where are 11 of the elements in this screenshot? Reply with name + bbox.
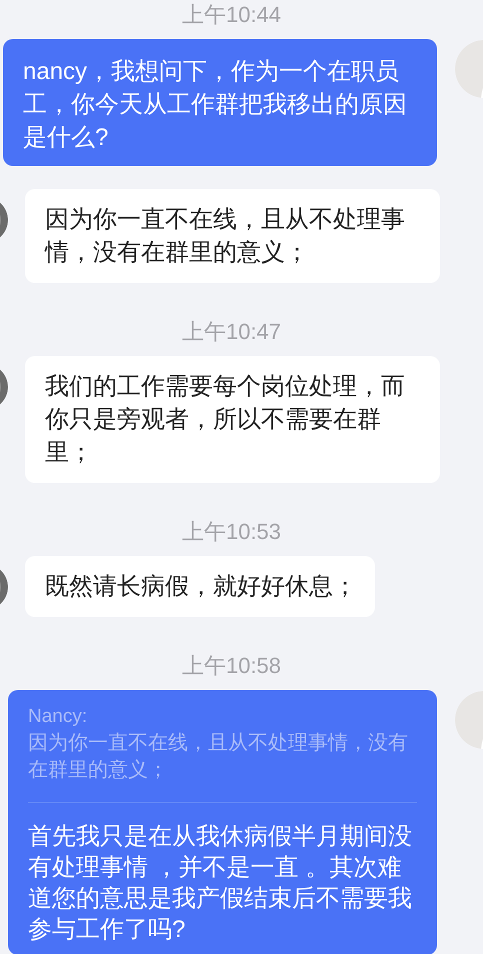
quoted-author: Nancy: bbox=[28, 705, 88, 729]
message-text: nancy，我想问下，作为一个在职员工，你今天从工作群把我移出的原因是什么? bbox=[23, 57, 408, 153]
timestamp: 上午10:47 bbox=[182, 319, 282, 345]
quoted-text: 因为你一直不在线，且从不处理事情，没有在群里的意义； bbox=[28, 731, 409, 783]
message-text: 因为你一直不在线，且从不处理事情，没有在群里的意义； bbox=[45, 205, 406, 268]
timestamp: 上午10:44 bbox=[182, 2, 282, 28]
message-text: 既然请长病假，就好好休息； bbox=[45, 572, 357, 602]
timestamp: 上午10:53 bbox=[182, 519, 282, 545]
message-text: 首先我只是在从我休病假半月期间没有处理事情 ，并不是一直 。其次难道您的意思是我产假结束后不需要我参与工作了吗? bbox=[28, 822, 413, 945]
timestamp: 上午10:58 bbox=[182, 653, 282, 679]
message-text: 我们的工作需要每个岗位处理，而你只是旁观者，所以不需要在群里； bbox=[45, 372, 406, 468]
